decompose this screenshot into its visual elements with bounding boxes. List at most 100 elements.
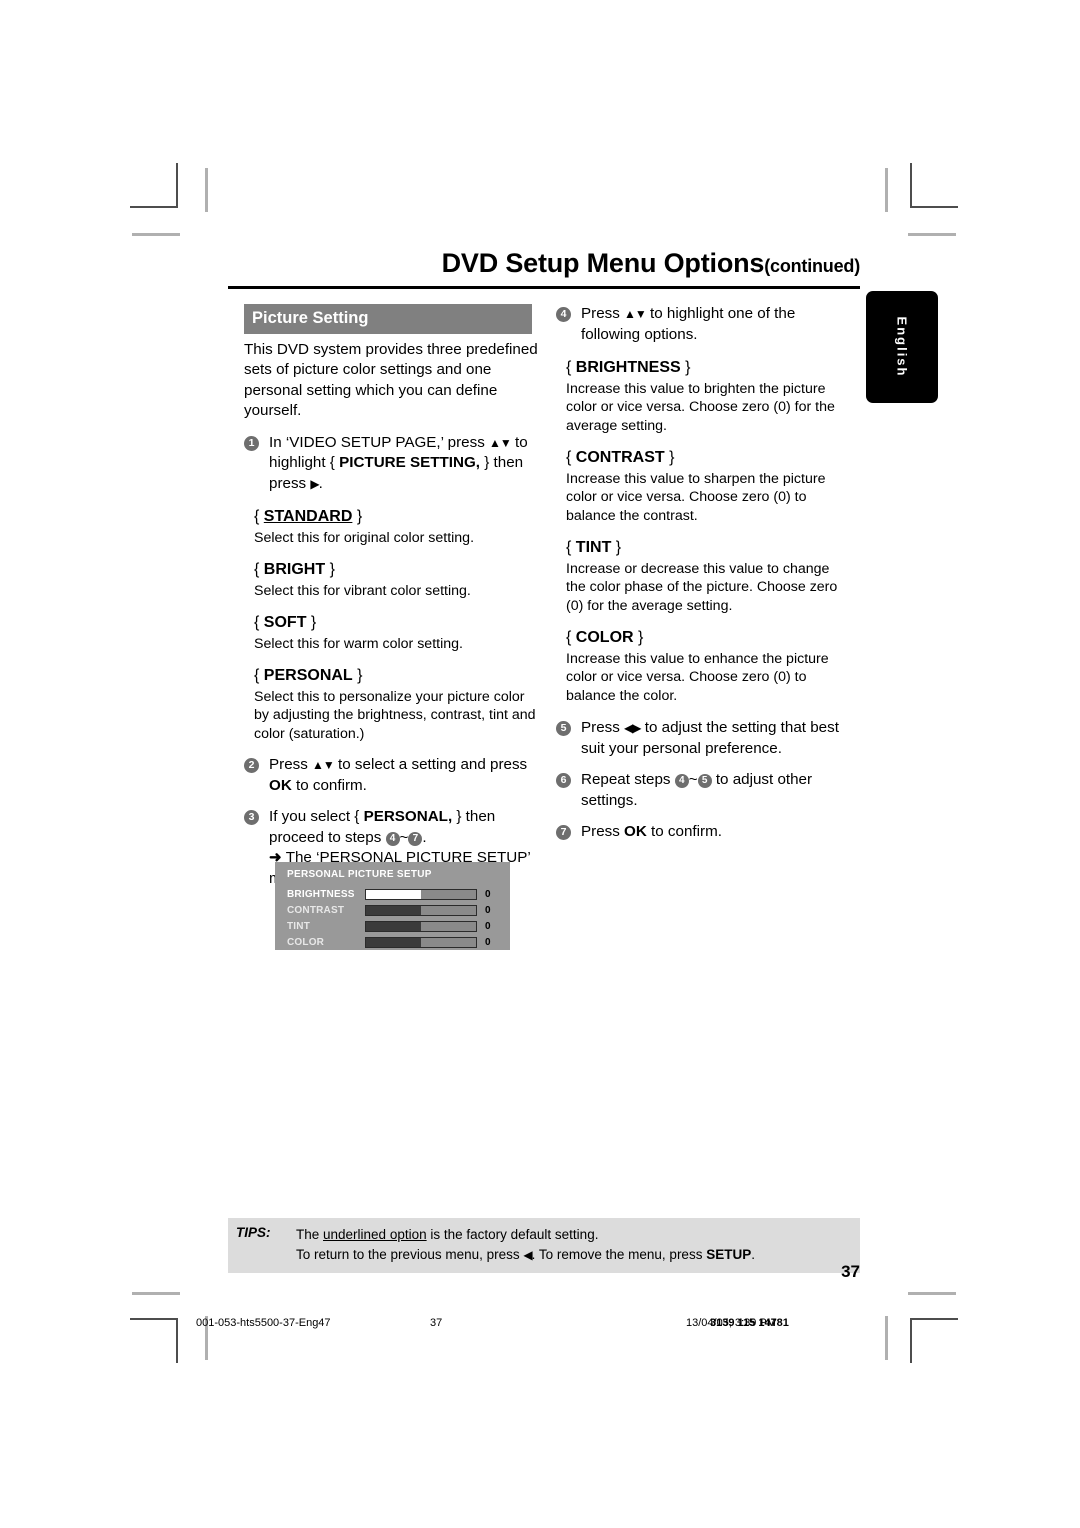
- header-divider: [228, 286, 860, 289]
- step-1-number: 1: [244, 435, 259, 451]
- option-standard-name: STANDARD: [263, 508, 353, 525]
- document-page: DVD Setup Menu Options(continued) Englis…: [0, 0, 1080, 1528]
- step-7-number: 7: [556, 825, 571, 840]
- tips-line-2: To return to the previous menu, press ◀.…: [296, 1245, 860, 1265]
- tips-line-2-bold: SETUP: [706, 1247, 752, 1262]
- osd-row-value: 0: [485, 889, 491, 900]
- tips-line-2-a: To return to the previous menu, press: [296, 1247, 524, 1262]
- step-1-bold-term: PICTURE SETTING,: [339, 454, 481, 471]
- step-6-range-sep: ~: [688, 771, 698, 788]
- step-3-text-c: .: [422, 828, 427, 846]
- up-down-arrow-icon: ▲▼: [624, 307, 647, 321]
- tips-label: TIPS:: [236, 1225, 271, 1240]
- option-standard-heading: { STANDARD }: [254, 508, 363, 525]
- step-ref-7: 7: [408, 831, 423, 846]
- osd-row-slider[interactable]: [365, 921, 477, 932]
- option-bright-name: BRIGHT: [263, 561, 326, 578]
- option-personal-desc: Select this to personalize your picture …: [254, 688, 536, 742]
- osd-row-slider-fill: [366, 906, 421, 915]
- osd-row-label: BRIGHTNESS: [287, 889, 355, 900]
- footer-page-number: 37: [430, 1317, 443, 1329]
- personal-picture-setup-menu: PERSONAL PICTURE SETUP BRIGHTNESS 0 CONT…: [275, 862, 510, 950]
- option-brightness-heading: { BRIGHTNESS }: [566, 359, 691, 376]
- step-5-number: 5: [556, 721, 571, 736]
- step-6-number: 6: [556, 773, 571, 788]
- option-color-name: COLOR: [575, 629, 634, 646]
- tips-line-2-b: . To remove the menu, press: [531, 1247, 707, 1262]
- page-title-continued: (continued): [764, 256, 860, 276]
- step-2-bold-term: OK: [269, 776, 292, 794]
- option-color-heading: { COLOR }: [566, 629, 644, 646]
- option-soft-name: SOFT: [263, 614, 307, 631]
- osd-row-label: TINT: [287, 921, 311, 932]
- osd-row-label: CONTRAST: [287, 905, 345, 916]
- step-7: 7 Press OK to confirm.: [556, 822, 852, 843]
- option-tint-name: TINT: [575, 539, 612, 556]
- step-1-text-a: In ‘VIDEO SETUP PAGE,’ press: [269, 433, 490, 451]
- page-title: DVD Setup Menu Options(continued): [228, 248, 861, 279]
- osd-row-slider-fill: [366, 938, 421, 947]
- step-3-bold-term: PERSONAL,: [363, 808, 453, 825]
- option-brightness-name: BRIGHTNESS: [575, 359, 681, 376]
- section-title-picture-setting: Picture Setting: [244, 304, 532, 334]
- step-7-bold-term: OK: [624, 823, 647, 840]
- tips-line-1-b: is the factory default setting.: [426, 1227, 599, 1242]
- osd-row-contrast[interactable]: CONTRAST 0: [287, 904, 500, 918]
- up-down-arrow-icon: ▲▼: [312, 758, 335, 772]
- tips-line-1-a: The: [296, 1227, 324, 1242]
- step-4-number: 4: [556, 307, 571, 322]
- step-ref-4: 4: [385, 831, 400, 846]
- osd-row-tint[interactable]: TINT 0: [287, 920, 500, 934]
- step-7-text-a: Press: [581, 823, 625, 840]
- option-personal-heading: { PERSONAL }: [254, 667, 363, 684]
- step-7-text-b: to confirm.: [646, 823, 722, 840]
- language-tab: English: [866, 291, 938, 403]
- option-contrast-heading: { CONTRAST }: [566, 449, 675, 466]
- step-2-number: 2: [244, 758, 259, 773]
- footer-product-code: 3139 115 14781: [710, 1317, 789, 1329]
- language-tab-label: English: [894, 316, 910, 378]
- up-down-arrow-icon: ▲▼: [489, 435, 512, 450]
- osd-row-brightness[interactable]: BRIGHTNESS 0: [287, 888, 500, 902]
- right-arrow-icon: ▶: [310, 476, 319, 491]
- step-1-text-d: .: [318, 474, 323, 492]
- osd-menu-title: PERSONAL PICTURE SETUP: [287, 869, 432, 880]
- option-standard-desc: Select this for original color setting.: [254, 529, 475, 546]
- tips-line-1-underlined: underlined option: [323, 1227, 427, 1242]
- osd-row-slider[interactable]: [365, 937, 477, 948]
- step-2-text-b: to select a setting and press: [333, 756, 528, 773]
- tips-line-2-c: .: [751, 1247, 755, 1262]
- option-bright-desc: Select this for vibrant color setting.: [254, 582, 471, 599]
- option-personal-name: PERSONAL: [263, 667, 353, 684]
- step-5-text-a: Press: [581, 719, 625, 736]
- step-3-number: 3: [244, 810, 259, 825]
- step-2: 2 Press ▲▼ to select a setting and press…: [244, 755, 540, 796]
- option-tint-heading: { TINT }: [566, 539, 622, 556]
- step-6: 6 Repeat steps 4 ~5 to adjust other setti…: [556, 770, 852, 811]
- osd-row-value: 0: [485, 905, 491, 916]
- step-3-range-sep: ~: [399, 828, 409, 846]
- step-ref-4: 4: [674, 774, 689, 788]
- osd-row-color[interactable]: COLOR 0: [287, 936, 500, 950]
- option-contrast-name: CONTRAST: [575, 449, 665, 466]
- page-title-text: DVD Setup Menu Options: [441, 248, 765, 278]
- right-column: 4 Press ▲▼ to highlight one of the follo…: [556, 304, 852, 854]
- osd-row-slider[interactable]: [365, 905, 477, 916]
- osd-row-slider-fill: [366, 922, 421, 931]
- picture-setting-intro: This DVD system provides three predefine…: [244, 340, 538, 420]
- footer-file-name: 001-053-hts5500-37-Eng47: [196, 1317, 331, 1329]
- step-2-text-a: Press: [269, 756, 313, 773]
- left-arrow-icon: ◀: [523, 1248, 532, 1262]
- step-6-text-a: Repeat steps: [581, 771, 675, 788]
- page-number: 37: [841, 1262, 860, 1281]
- osd-row-slider[interactable]: [365, 889, 477, 900]
- option-color-desc: Increase this value to enhance the pictu…: [566, 650, 829, 704]
- tips-body: The underlined option is the factory def…: [296, 1225, 860, 1265]
- option-soft-heading: { SOFT }: [254, 614, 317, 631]
- step-4-text-a: Press: [581, 305, 625, 322]
- option-bright-heading: { BRIGHT }: [254, 561, 335, 578]
- step-4: 4 Press ▲▼ to highlight one of the follo…: [556, 304, 852, 345]
- tips-line-1: The underlined option is the factory def…: [296, 1225, 860, 1245]
- step-5: 5 Press ◀▶ to adjust the setting that be…: [556, 718, 852, 759]
- footer-metadata: 001-053-hts5500-37-Eng47 37 13/04/05, 3:…: [0, 1316, 1080, 1336]
